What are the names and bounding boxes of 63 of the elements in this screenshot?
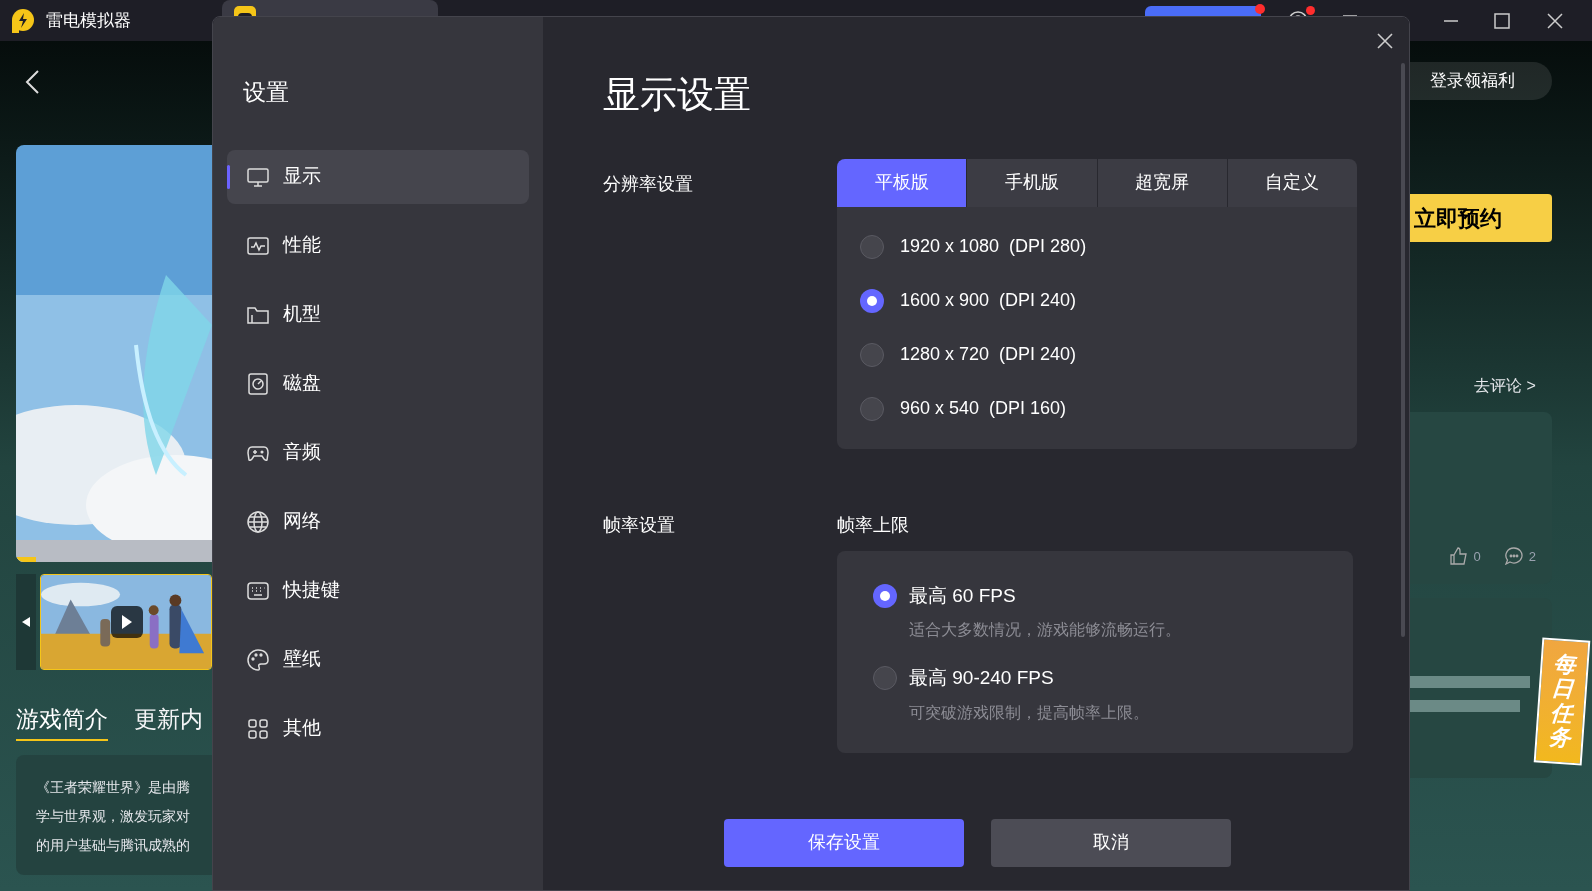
resolution-tab[interactable]: 平板版 bbox=[837, 158, 967, 207]
radio-button[interactable] bbox=[860, 342, 884, 367]
back-icon[interactable] bbox=[24, 69, 40, 95]
nav-item[interactable]: 快捷键 bbox=[227, 563, 529, 618]
option-label: 960 x 540 bbox=[900, 397, 980, 420]
description-text: 《王者荣耀世界》是由腾 bbox=[36, 777, 191, 797]
option-label: 1280 x 720 bbox=[900, 343, 990, 366]
option-label: (DPI 280) bbox=[1009, 235, 1087, 258]
play-button[interactable] bbox=[111, 606, 143, 638]
nav-item[interactable]: 网络 bbox=[227, 494, 529, 549]
save-button[interactable]: 保存设置 bbox=[724, 818, 964, 867]
option-description: 适合大多数情况，游戏能够流畅运行。 bbox=[909, 620, 1181, 640]
close-icon[interactable] bbox=[1547, 12, 1563, 29]
radio-button[interactable] bbox=[873, 583, 897, 608]
thumbs-up-icon[interactable] bbox=[1449, 547, 1468, 566]
section-label: 帧率设置 bbox=[603, 513, 676, 537]
radio-button[interactable] bbox=[860, 234, 884, 259]
content-tab[interactable]: 游戏简介 bbox=[16, 702, 108, 741]
option-label: (DPI 160) bbox=[989, 397, 1067, 420]
app-title: 雷电模拟器 bbox=[46, 9, 132, 32]
caret-icon bbox=[22, 617, 30, 627]
content-tab[interactable]: 更新内 bbox=[134, 702, 203, 741]
like-count: 0 bbox=[1473, 547, 1481, 566]
option-label: 1600 x 900 bbox=[900, 289, 990, 312]
option-label: (DPI 240) bbox=[999, 343, 1077, 366]
radio-button[interactable] bbox=[860, 396, 884, 421]
option-label: 1920 x 1080 bbox=[900, 235, 1000, 258]
resolution-tab[interactable]: 自定义 bbox=[1227, 158, 1357, 207]
nav-item[interactable]: 性能 bbox=[227, 218, 529, 273]
settings-title: 设置 bbox=[243, 78, 290, 107]
radio-button[interactable] bbox=[860, 288, 884, 313]
play-icon bbox=[122, 615, 132, 629]
palette-icon bbox=[246, 647, 270, 672]
cancel-button[interactable]: 取消 bbox=[991, 818, 1231, 867]
description-text: 学与世界观，激发玩家对 bbox=[36, 806, 191, 826]
comment-count: 2 bbox=[1528, 547, 1536, 566]
comment-icon[interactable] bbox=[1504, 547, 1523, 566]
resolution-tab[interactable]: 超宽屏 bbox=[1097, 158, 1227, 207]
nav-item[interactable]: 显示 bbox=[227, 149, 529, 204]
nav-item[interactable]: 其他 bbox=[227, 701, 529, 756]
option-label: 最高 90-240 FPS bbox=[909, 666, 1055, 690]
resolution-tab[interactable]: 手机版 bbox=[967, 158, 1097, 207]
field-label: 帧率上限 bbox=[837, 513, 910, 537]
previous-button[interactable] bbox=[16, 574, 36, 670]
review-link[interactable]: 去评论 > bbox=[1474, 374, 1592, 398]
scrollbar[interactable] bbox=[1401, 63, 1405, 637]
section-label: 分辨率设置 bbox=[603, 172, 694, 196]
grid-icon bbox=[246, 716, 270, 741]
nav-item[interactable]: 音频 bbox=[227, 425, 529, 480]
reserve-button[interactable]: 立即预约 bbox=[1410, 194, 1552, 242]
globe-icon bbox=[246, 509, 270, 534]
option-label: 最高 60 FPS bbox=[909, 583, 1017, 608]
close-icon[interactable] bbox=[1377, 33, 1393, 49]
nav-item[interactable]: 磁盘 bbox=[227, 356, 529, 411]
login-pill[interactable]: 登录领福利 bbox=[1410, 62, 1552, 100]
nav-item[interactable]: 机型 bbox=[227, 287, 529, 342]
nav-item[interactable]: 壁纸 bbox=[227, 632, 529, 687]
radio-button[interactable] bbox=[873, 666, 897, 690]
option-description: 可突破游戏限制，提高帧率上限。 bbox=[909, 702, 1149, 723]
description-text: 的用户基础与腾讯成熟的 bbox=[36, 835, 191, 855]
page-heading: 显示设置 bbox=[603, 73, 752, 117]
option-label: (DPI 240) bbox=[999, 289, 1077, 312]
maximize-icon[interactable] bbox=[1494, 12, 1510, 29]
